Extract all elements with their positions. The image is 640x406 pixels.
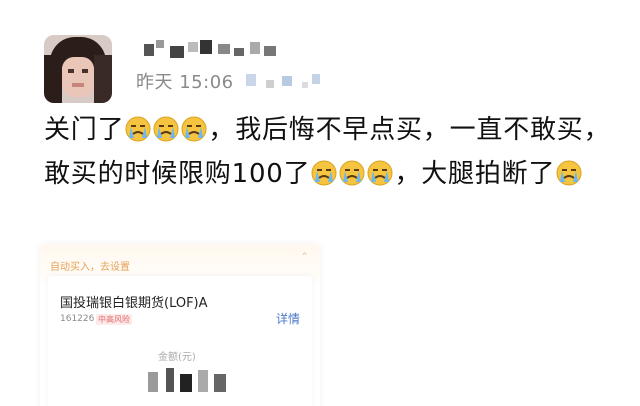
amount-mosaic — [148, 368, 238, 394]
fund-info-panel: 国投瑞银白银期货(LOF)A 161226 中高风险 详情 金额(元) — [48, 276, 312, 406]
crying-face-icon — [556, 160, 582, 186]
post-text-part: 关门了 — [44, 115, 125, 145]
crying-face-icon — [367, 160, 393, 186]
crying-face-icon — [339, 160, 365, 186]
crying-face-icon — [153, 116, 179, 142]
crying-face-icon — [125, 116, 151, 142]
fund-screenshot-card[interactable]: 自动买入，去设置 ˆ 国投瑞银白银期货(LOF)A 161226 中高风险 详情… — [40, 244, 320, 406]
risk-badge: 中高风险 — [96, 314, 132, 325]
username-mosaic[interactable] — [140, 40, 280, 58]
chevron-up-icon: ˆ — [301, 252, 308, 268]
crying-face-icon — [181, 116, 207, 142]
meta-mosaic — [246, 70, 326, 90]
details-link[interactable]: 详情 — [276, 310, 300, 327]
amount-label: 金额(元) — [158, 352, 196, 363]
social-post: 昨天 15:06 关门了 ，我后悔不早点买，一直不敢买，敢买的时候限购100了 ，大… — [0, 0, 640, 406]
avatar[interactable] — [44, 35, 112, 103]
post-text: 关门了 ，我后悔不早点买，一直不敢买，敢买的时候限购100了 ，大腿拍断了 — [44, 108, 614, 196]
post-timestamp: 昨天 15:06 — [136, 72, 234, 93]
post-text-part: ，大腿拍断了 — [394, 159, 556, 189]
crying-face-icon — [311, 160, 337, 186]
auto-buy-text: 自动买入，去设置 — [50, 262, 130, 273]
fund-code: 161226 — [60, 314, 95, 324]
fund-name: 国投瑞银白银期货(LOF)A — [60, 296, 208, 311]
